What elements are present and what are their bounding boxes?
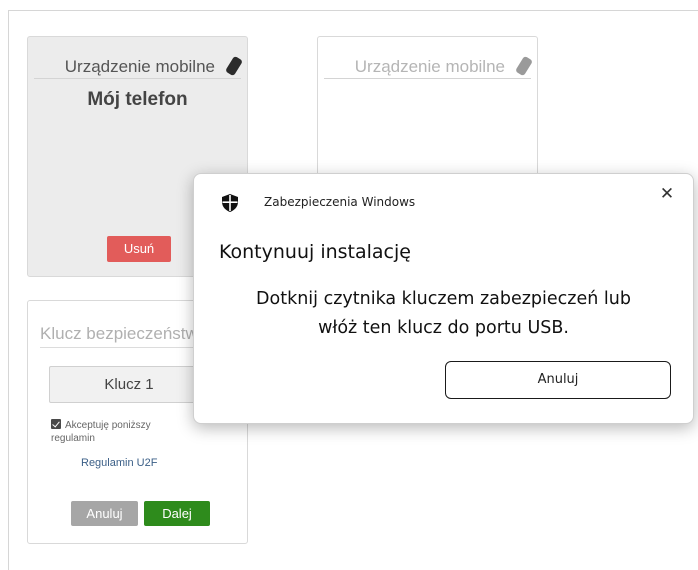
next-button[interactable]: Dalej [144,501,210,526]
accept-terms-label-line1: Akceptuję poniższy [65,420,151,431]
mobile-device-card-header: Urządzenie mobilne [34,55,244,79]
accept-terms-checkbox[interactable] [51,419,61,429]
shield-icon [222,194,238,212]
delete-device-button[interactable]: Usuń [107,236,171,262]
cancel-button[interactable]: Anuluj [71,501,138,526]
smartphone-icon [514,55,534,77]
device-name: Mój telefon [87,89,188,110]
smartphone-icon [224,55,244,77]
dialog-message: Dotknij czytnika kluczem zabezpieczeń lu… [194,285,693,343]
dialog-title: Kontynuuj instalację [219,241,411,263]
dialog-cancel-button[interactable]: Anuluj [445,361,671,399]
terms-link[interactable]: Regulamin U2F [81,457,157,469]
key-name-field[interactable]: Klucz 1 [49,366,209,403]
windows-security-dialog: Zabezpieczenia Windows ✕ Kontynuuj insta… [193,173,694,424]
dialog-app-name: Zabezpieczenia Windows [264,195,416,209]
dialog-message-line2: włóż ten klucz do portu USB. [318,318,569,338]
dialog-message-line1: Dotknij czytnika kluczem zabezpieczeń lu… [256,289,631,309]
card-header-label: Urządzenie mobilne [354,57,505,76]
add-mobile-device-card-header: Urządzenie mobilne [324,55,534,79]
close-icon[interactable]: ✕ [655,182,679,206]
accept-terms-label-line2: regulamin [51,433,95,444]
accept-terms-row[interactable]: Akceptuję poniższy regulamin [51,419,191,445]
card-header-label: Urządzenie mobilne [64,57,215,76]
